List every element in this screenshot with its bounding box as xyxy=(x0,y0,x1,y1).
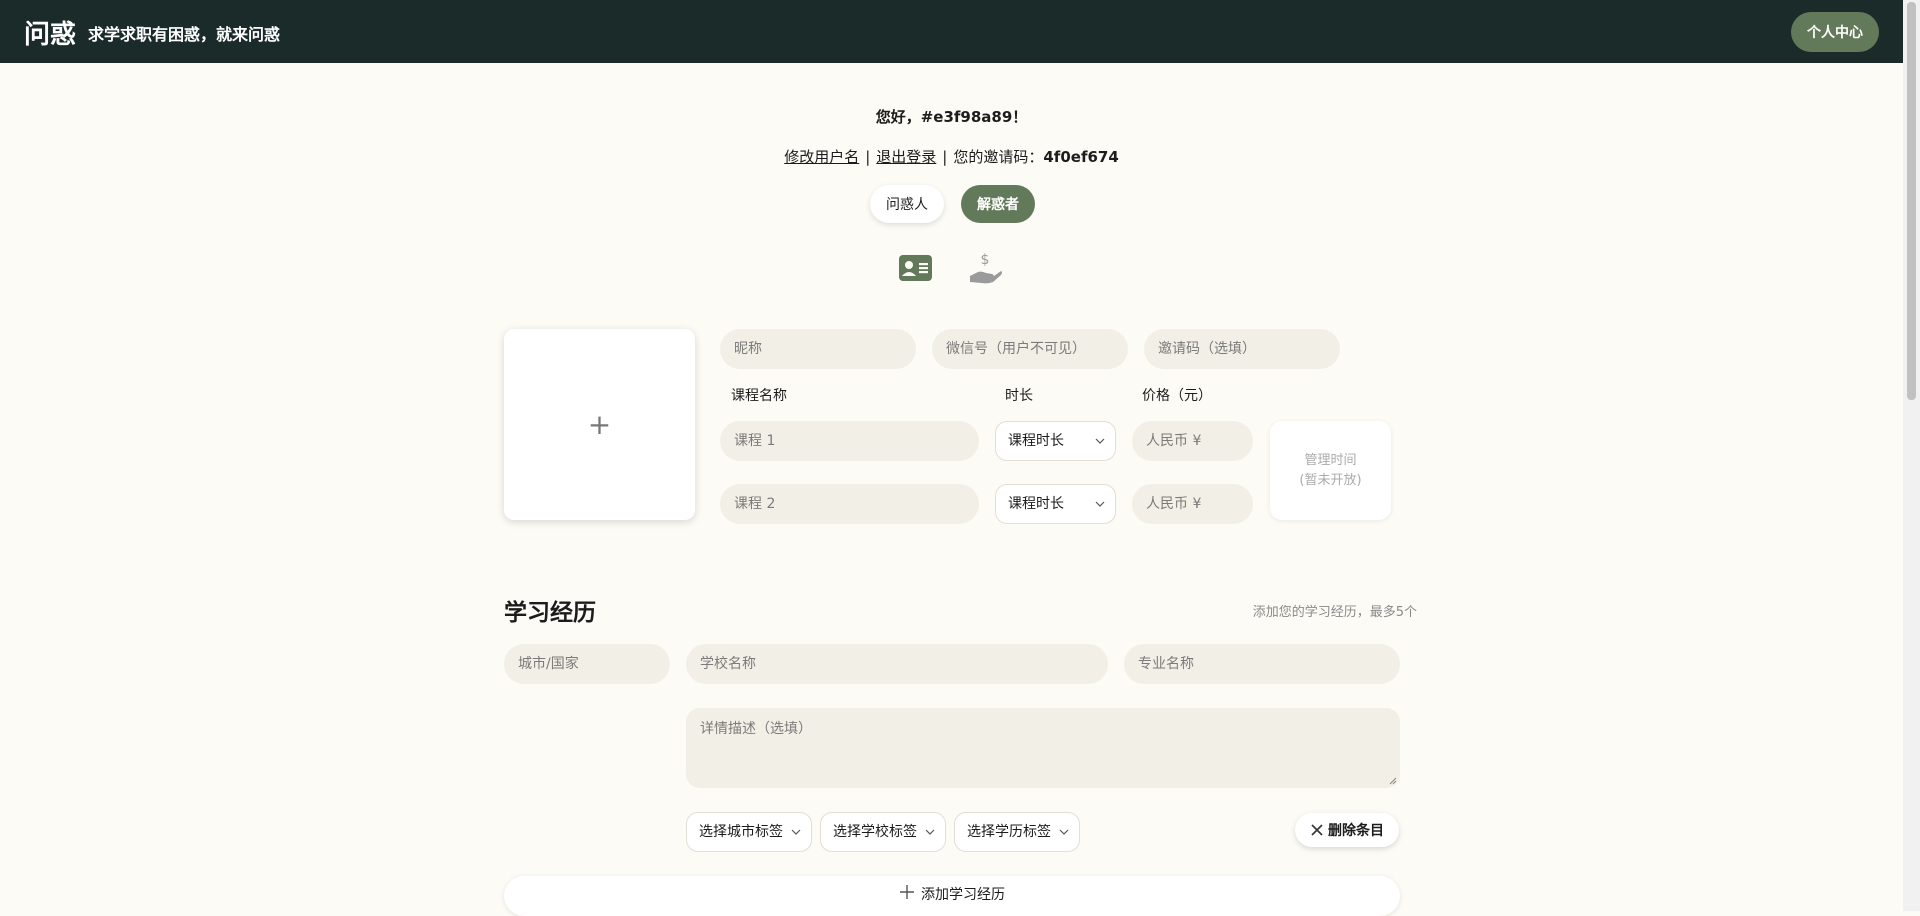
hand-dollar-icon[interactable]: $ xyxy=(968,252,1004,286)
course-1-duration-select[interactable]: 课程时长 xyxy=(995,421,1116,461)
close-icon xyxy=(1311,824,1323,836)
chevron-down-icon xyxy=(1095,438,1105,444)
school-tag-label: 选择学校标签 xyxy=(833,824,917,840)
city-input[interactable]: 城市/国家 xyxy=(504,644,670,684)
edit-username-link[interactable]: 修改用户名 xyxy=(784,148,859,166)
price-label: 价格（元） xyxy=(1142,388,1212,404)
course-2-duration-value: 课程时长 xyxy=(1008,496,1064,512)
chevron-down-icon xyxy=(791,829,801,835)
detail-textarea[interactable]: 详情描述（选填） xyxy=(686,708,1400,788)
delete-entry-button[interactable]: 删除条目 xyxy=(1295,813,1399,847)
major-input[interactable]: 专业名称 xyxy=(1124,644,1400,684)
manage-time-label: 管理时间 xyxy=(1304,452,1357,468)
role-solver-button[interactable]: 解惑者 xyxy=(961,185,1035,223)
course-2-duration-select[interactable]: 课程时长 xyxy=(995,484,1116,524)
duration-label: 时长 xyxy=(1005,388,1033,404)
course-1-duration-value: 课程时长 xyxy=(1008,433,1064,449)
education-title: 学习经历 xyxy=(504,600,596,626)
city-tag-select[interactable]: 选择城市标签 xyxy=(686,812,812,852)
chevron-down-icon xyxy=(1095,501,1105,507)
school-tag-select[interactable]: 选择学校标签 xyxy=(820,812,946,852)
brand-logo[interactable]: 问惑 xyxy=(24,14,76,51)
plus-icon xyxy=(900,885,914,899)
brand-slogan: 求学求职有困惑，就来问惑 xyxy=(88,25,281,44)
add-education-button[interactable]: 添加学习经历 xyxy=(504,876,1400,916)
city-tag-label: 选择城市标签 xyxy=(699,824,783,840)
separator: | xyxy=(865,148,871,166)
nickname-input[interactable]: 昵称 xyxy=(720,329,916,369)
manage-time-status: (暂未开放) xyxy=(1299,472,1362,488)
avatar-upload[interactable]: + xyxy=(504,329,695,520)
education-hint: 添加您的学习经历，最多5个 xyxy=(1252,605,1417,620)
course-name-label: 课程名称 xyxy=(731,388,787,404)
greeting: 您好，#e3f98a89！ xyxy=(875,108,1028,126)
role-asker-button[interactable]: 问惑人 xyxy=(870,185,944,223)
invite-code-value: 4f0ef674 xyxy=(1043,148,1119,166)
course-2-price-input[interactable]: 人民币 ¥ xyxy=(1132,484,1253,524)
chevron-down-icon xyxy=(1059,829,1069,835)
wechat-input[interactable]: 微信号（用户不可见） xyxy=(932,329,1128,369)
top-bar: 问惑 求学求职有困惑，就来问惑 个人中心 xyxy=(0,0,1903,63)
school-input[interactable]: 学校名称 xyxy=(686,644,1108,684)
course-1-price-input[interactable]: 人民币 ¥ xyxy=(1132,421,1253,461)
manage-time-button[interactable]: 管理时间 (暂未开放) xyxy=(1270,421,1391,520)
user-center-button[interactable]: 个人中心 xyxy=(1791,12,1879,52)
course-1-name-input[interactable]: 课程 1 xyxy=(720,421,979,461)
degree-tag-select[interactable]: 选择学历标签 xyxy=(954,812,1080,852)
svg-text:$: $ xyxy=(981,252,990,268)
scrollbar-thumb[interactable] xyxy=(1907,2,1916,400)
logout-link[interactable]: 退出登录 xyxy=(876,148,936,166)
degree-tag-label: 选择学历标签 xyxy=(967,824,1051,840)
id-card-icon[interactable] xyxy=(899,255,932,281)
resize-grip-icon[interactable] xyxy=(1389,777,1397,785)
delete-entry-label: 删除条目 xyxy=(1328,823,1384,839)
separator: | xyxy=(942,148,948,166)
scrollbar[interactable] xyxy=(1903,0,1920,911)
detail-placeholder: 详情描述（选填） xyxy=(700,721,812,737)
add-education-label: 添加学习经历 xyxy=(921,887,1005,903)
chevron-down-icon xyxy=(925,829,935,835)
course-2-name-input[interactable]: 课程 2 xyxy=(720,484,979,524)
invite-code-input[interactable]: 邀请码（选填） xyxy=(1144,329,1340,369)
account-links: 修改用户名 | 退出登录 | 您的邀请码：4f0ef674 xyxy=(0,146,1903,167)
invite-code-label: 您的邀请码： xyxy=(953,148,1044,166)
